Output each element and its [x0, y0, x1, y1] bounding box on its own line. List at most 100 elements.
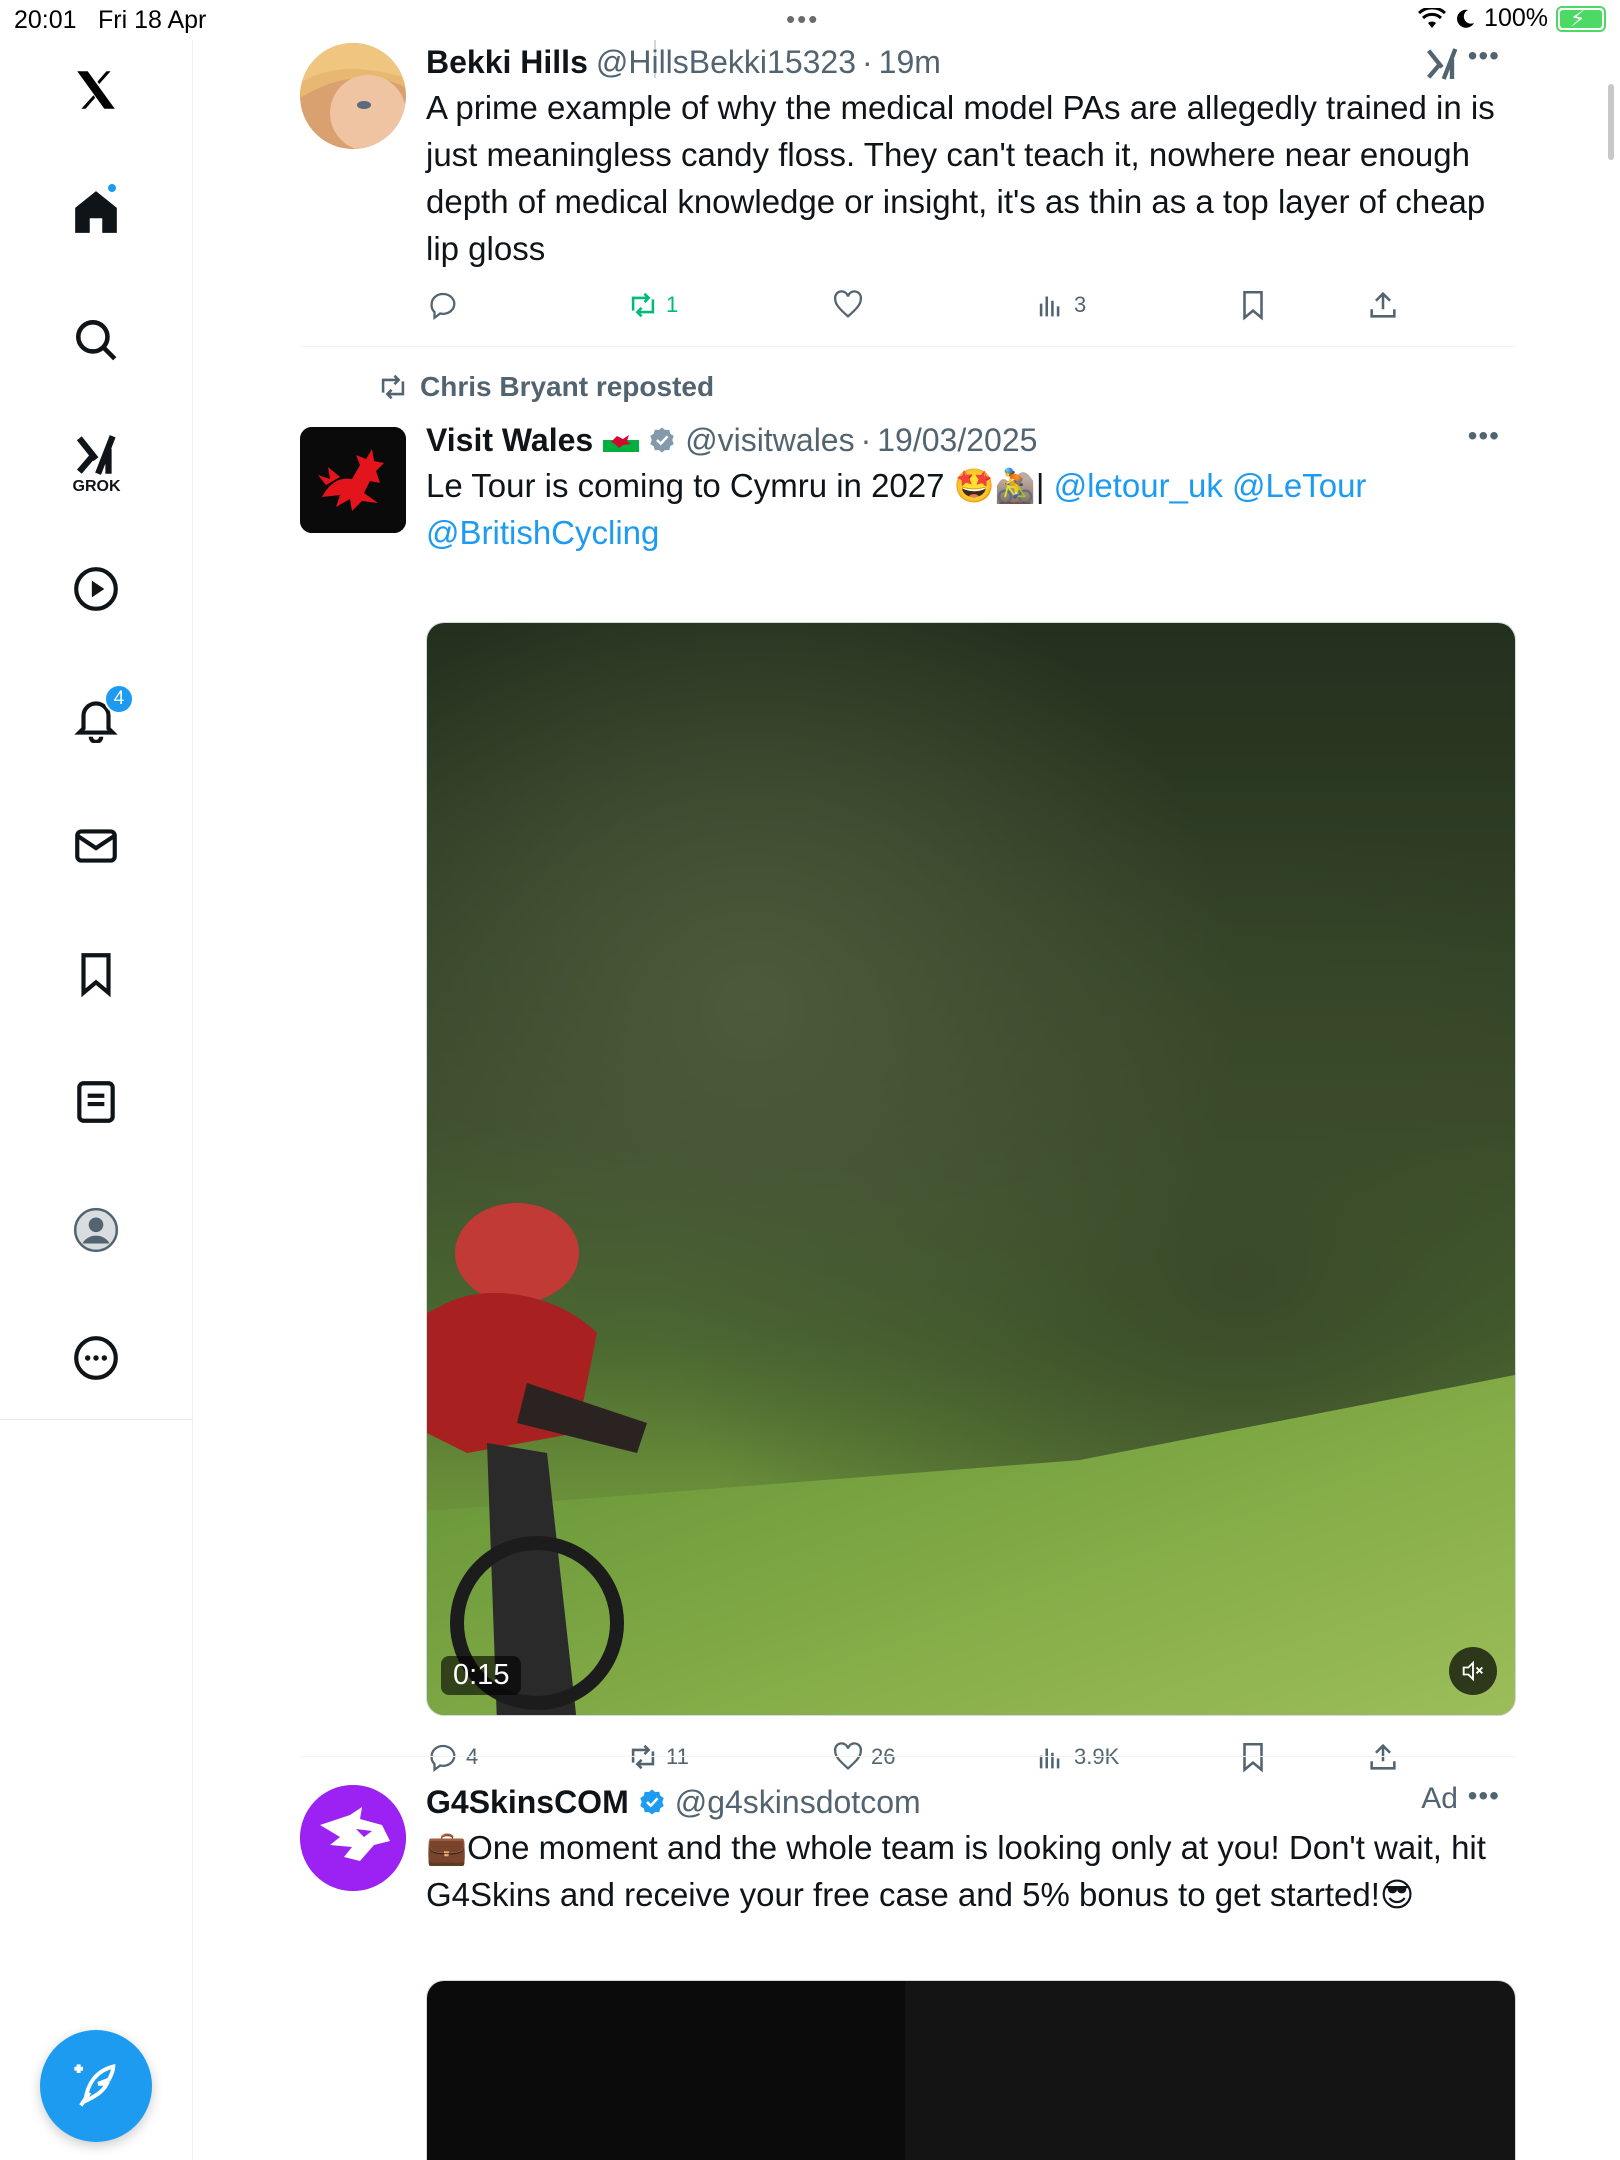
- ad-media[interactable]: [426, 1980, 1516, 2160]
- nav-home[interactable]: [66, 182, 126, 242]
- x-logo-icon[interactable]: [66, 60, 126, 120]
- mention-link[interactable]: @letour_uk: [1054, 467, 1223, 504]
- reply-icon: [430, 1744, 456, 1773]
- views-button[interactable]: 3.9K: [1034, 1740, 1119, 1774]
- grok-icon: [76, 435, 116, 475]
- avatar-image: [300, 43, 406, 149]
- repost-count: 11: [666, 1744, 689, 1769]
- tweet-actions: 4 11 26 3.9K: [426, 1740, 1426, 1780]
- views-chart-icon: [1039, 296, 1060, 317]
- nav-grok[interactable]: [66, 425, 126, 485]
- author-name[interactable]: G4SkinsCOM: [426, 1784, 629, 1821]
- share-button[interactable]: [1366, 288, 1400, 322]
- multitask-dots-icon[interactable]: •••: [786, 4, 819, 35]
- repost-context[interactable]: Chris Bryant reposted: [376, 370, 714, 404]
- welsh-dragon-logo: [300, 427, 406, 533]
- status-time: 20:01: [14, 6, 77, 34]
- scrollbar-thumb[interactable]: [1608, 84, 1614, 160]
- ad-label: Ad: [1421, 1782, 1458, 1815]
- tweet-text-plain: Le Tour is coming to Cymru in 2027 🤩🚵|: [426, 467, 1054, 504]
- like-button[interactable]: 26: [831, 1740, 895, 1774]
- play-icon: [74, 567, 118, 611]
- tweet-more-icon[interactable]: •••: [1468, 40, 1500, 72]
- nav-bookmarks[interactable]: [66, 944, 126, 1004]
- tweet-header: Visit Wales @visitwales · 19/03/2025: [426, 418, 1516, 462]
- nav-search[interactable]: [66, 310, 126, 370]
- author-handle[interactable]: @g4skinsdotcom: [675, 1784, 921, 1821]
- tweet-time[interactable]: 19/03/2025: [877, 422, 1037, 459]
- mention-link[interactable]: @LeTour: [1232, 467, 1366, 504]
- share-button[interactable]: [1366, 1740, 1400, 1774]
- like-button[interactable]: [831, 288, 865, 322]
- views-button[interactable]: 3: [1034, 288, 1086, 322]
- bookmark-button[interactable]: [1236, 1740, 1270, 1774]
- side-navigation: GROK 4: [0, 40, 193, 2160]
- nav-profile[interactable]: [66, 1200, 126, 1260]
- grok-explain-icon[interactable]: [1422, 44, 1462, 84]
- home-icon: [75, 191, 117, 233]
- moon-icon: [1457, 9, 1475, 28]
- profile-icon: [73, 1207, 119, 1253]
- status-indicators: 100% ⚡: [1418, 4, 1606, 33]
- wifi-icon: [1418, 7, 1447, 28]
- verified-badge-icon: [639, 1789, 664, 1815]
- nav-messages[interactable]: [66, 816, 126, 876]
- repost-icon: [631, 292, 655, 318]
- tweet-more-icon[interactable]: •••: [1468, 1780, 1500, 1812]
- repost-count: 1: [666, 292, 679, 317]
- repost-button[interactable]: 1: [626, 288, 678, 322]
- author-name[interactable]: Bekki Hills: [426, 44, 588, 81]
- nav-video[interactable]: [66, 559, 126, 619]
- nav-more[interactable]: [66, 1328, 126, 1388]
- separator-dot: ·: [860, 421, 872, 458]
- x-logo-icon: [77, 71, 115, 109]
- repost-icon: [381, 374, 405, 400]
- compose-button[interactable]: [40, 2030, 152, 2142]
- views-count: 3: [1074, 292, 1087, 317]
- views-count: 3.9K: [1074, 1744, 1120, 1769]
- tweet-header: Bekki Hills @HillsBekki15323 · 19m: [426, 40, 1516, 84]
- tweet-actions: 1 3: [426, 288, 1426, 328]
- views-chart-icon: [1039, 1748, 1060, 1769]
- compose-quill-icon: [74, 2064, 116, 2107]
- nav-lists[interactable]: [66, 1072, 126, 1132]
- bookmark-button[interactable]: [1236, 288, 1270, 322]
- repost-button[interactable]: 11: [626, 1740, 689, 1774]
- repost-icon: [631, 1744, 655, 1770]
- nav-notifications[interactable]: 4: [66, 684, 134, 748]
- battery-icon: ⚡: [1556, 5, 1606, 32]
- avatar[interactable]: [300, 427, 406, 533]
- status-date: Fri 18 Apr: [98, 6, 207, 34]
- video-duration: 0:15: [441, 1656, 522, 1695]
- reply-button[interactable]: [426, 288, 460, 322]
- author-name[interactable]: Visit Wales: [426, 422, 593, 459]
- speaker-muted-icon: [1462, 1660, 1483, 1682]
- heart-icon: [833, 290, 863, 318]
- notifications-badge: 4: [104, 684, 134, 714]
- wales-flag-icon: [603, 428, 640, 452]
- verified-badge-icon: [650, 427, 674, 453]
- g4skins-logo: [300, 1785, 406, 1891]
- mention-link[interactable]: @BritishCycling: [426, 514, 659, 551]
- video-player[interactable]: 0:15: [426, 622, 1516, 1716]
- nav-divider: [0, 1419, 193, 1420]
- tweet-header: G4SkinsCOM @g4skinsdotcom: [426, 1780, 1516, 1824]
- author-handle[interactable]: @visitwales: [685, 422, 854, 459]
- battery-percent: 100%: [1484, 4, 1548, 32]
- avatar[interactable]: [300, 1785, 406, 1891]
- tweet-time[interactable]: 19m: [879, 44, 941, 81]
- bookmark-icon: [1243, 290, 1263, 321]
- mail-icon: [75, 829, 117, 863]
- reply-button[interactable]: 4: [426, 1740, 478, 1774]
- reply-count: 4: [466, 1744, 479, 1769]
- share-icon: [1370, 1743, 1396, 1770]
- mute-button[interactable]: [1449, 1647, 1497, 1695]
- author-handle[interactable]: @HillsBekki15323: [596, 44, 856, 81]
- list-icon: [77, 1081, 115, 1123]
- separator-dot: ·: [862, 43, 873, 80]
- avatar[interactable]: [300, 43, 406, 149]
- tweet-more-icon[interactable]: •••: [1468, 420, 1500, 452]
- status-bar: 20:01 Fri 18 Apr ••• 100% ⚡: [0, 0, 1620, 40]
- tweet-text: A prime example of why the medical model…: [426, 89, 1495, 267]
- cyclist-figure: [427, 1203, 647, 1715]
